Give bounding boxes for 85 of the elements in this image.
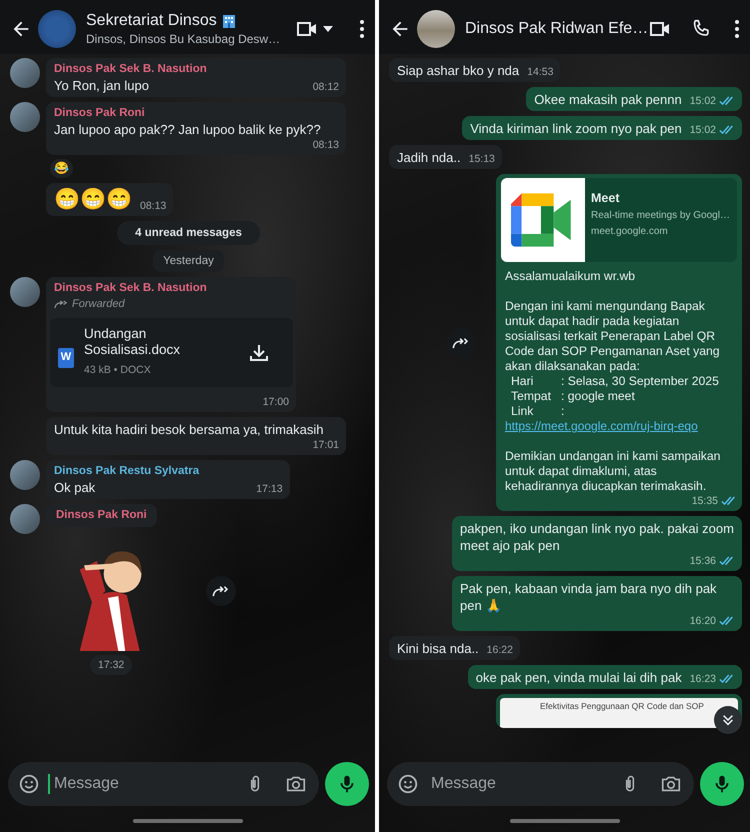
menu-icon[interactable] xyxy=(359,19,365,39)
message-time: 08:12 xyxy=(312,80,339,94)
file-name: Undangan Sosialisasi.docx xyxy=(84,326,182,358)
sender-name: Dinsos Pak Sek B. Nasution xyxy=(54,62,208,77)
message-time: 14:53 xyxy=(527,65,554,79)
message-time: 17:00 xyxy=(262,395,289,409)
message-text: oke pak pen, vinda mulai lai dih pak xyxy=(476,669,682,686)
document-preview[interactable]: Efektivitas Penggunaan QR Code dan SOP xyxy=(500,698,738,728)
forwarded-label: Forwarded xyxy=(72,297,125,312)
detail-label: Hari xyxy=(511,374,534,389)
meeting-link[interactable]: https://meet.google.com/ruj-birq-eqo xyxy=(505,419,733,434)
message-text: Jadih nda.. xyxy=(397,149,461,166)
menu-icon[interactable] xyxy=(734,19,740,39)
message-text: Yo Ron, jan lupo xyxy=(54,77,149,94)
message-time: 17:01 xyxy=(312,438,339,452)
link-preview-card[interactable]: Meet Real-time meetings by Googl… meet.google.com xyxy=(501,178,737,262)
sender-avatar[interactable] xyxy=(10,102,40,132)
date-label: Yesterday xyxy=(153,250,224,272)
word-document-icon: W xyxy=(58,348,74,368)
message-time: 16:23 xyxy=(690,672,716,686)
file-meta: 43 kB • DOCX xyxy=(84,363,152,378)
message-time: 15:02 xyxy=(690,123,716,137)
message-text: Ok pak xyxy=(54,479,96,496)
sender-avatar[interactable] xyxy=(10,460,40,490)
chat-title[interactable]: Sekretariat Dinsos xyxy=(86,12,217,30)
detail-value: : google meet xyxy=(561,389,636,404)
reaction-emoji[interactable]: 😂 xyxy=(50,159,73,178)
message-time: 15:13 xyxy=(468,152,495,166)
message-time: 15:36 xyxy=(690,554,716,568)
preview-domain: meet.google.com xyxy=(591,225,669,239)
forward-icon xyxy=(212,585,230,597)
message-time: 17:32 xyxy=(90,655,132,675)
forward-icon xyxy=(452,336,470,348)
detail-label: Link xyxy=(511,404,534,419)
microphone-button[interactable] xyxy=(700,762,744,806)
preview-description: Real-time meetings by Googl… xyxy=(591,209,730,223)
caret-icon[interactable] xyxy=(323,26,333,32)
forward-button[interactable] xyxy=(446,328,476,358)
message-text: Demikian undangan ini kami sampaikan untuk dapat dimaklumi, atas kehadirannya diucapkan terimakasih. xyxy=(505,449,722,494)
message-time: 15:35 xyxy=(692,494,718,508)
message-time: 08:13 xyxy=(312,138,339,152)
download-icon[interactable] xyxy=(249,342,269,362)
sender-avatar[interactable] xyxy=(10,504,40,534)
message-text: Untuk kita hadiri besok bersama ya, trimakasih xyxy=(54,421,324,438)
detail-value: : Selasa, 30 September 2025 xyxy=(561,374,720,389)
message-field[interactable]: Message xyxy=(8,762,319,806)
sender-name: Dinsos Pak Roni xyxy=(46,504,157,527)
sender-name: Dinsos Pak Sek B. Nasution xyxy=(54,281,208,296)
preview-title: Meet xyxy=(591,190,620,207)
message-text: Kini bisa nda.. xyxy=(397,640,479,657)
message-text: Vinda kiriman link zoom nyo pak pen xyxy=(470,120,682,137)
unread-messages-label: 4 unread messages xyxy=(117,221,260,245)
detail-value: : xyxy=(561,404,566,419)
message-time: 16:22 xyxy=(486,643,513,657)
forwarded-icon xyxy=(54,300,68,309)
message-text: pakpen, iko undangan link nyo pak. pakai zoom meet ajo pak pen xyxy=(460,520,735,554)
message-field[interactable]: Message xyxy=(387,762,694,806)
double-chevron-down-icon xyxy=(721,713,735,727)
message-text: Siap ashar bko y nda xyxy=(397,62,520,79)
chat-members: Dinsos, Dinsos Bu Kasubag Desw… xyxy=(86,32,282,46)
message-input[interactable]: Message xyxy=(427,774,612,794)
sender-name: Dinsos Pak Restu Sylvatra xyxy=(54,464,200,479)
message-time: 16:20 xyxy=(690,614,716,628)
chat-title[interactable]: Dinsos Pak Ridwan Efe… xyxy=(465,20,648,38)
sender-avatar[interactable] xyxy=(10,277,40,307)
message-time: 17:13 xyxy=(256,482,283,496)
message-text: 😁😁😁 xyxy=(54,187,132,213)
forward-button[interactable] xyxy=(206,576,236,606)
sender-avatar[interactable] xyxy=(10,58,40,88)
message-text: Pak pen, kabaan vinda jam bara nyo dih pak pen 🙏 xyxy=(460,580,718,614)
message-time: 15:02 xyxy=(690,94,716,108)
detail-label: Tempat xyxy=(511,389,552,404)
document-attachment[interactable]: W Undangan Sosialisasi.docx 43 kB • DOCX xyxy=(50,318,293,387)
chat-avatar[interactable] xyxy=(417,10,455,48)
document-title: Efektivitas Penggunaan QR Code dan SOP xyxy=(540,701,705,712)
sender-name: Dinsos Pak Roni xyxy=(54,106,146,121)
message-text: Dengan ini kami mengundang Bapak untuk dapat hadir pada kegiatan sosialisasi terkait Penerapan Label QR Code dan SOP Pengamanan Aset yang akan dilaksanakan pada: xyxy=(505,299,721,374)
message-time: 08:13 xyxy=(140,199,166,213)
sticker-icon[interactable] xyxy=(397,773,419,795)
sticker-icon[interactable] xyxy=(18,773,40,795)
message-text: Jan lupoo apo pak?? Jan lupoo balik ke pyk?? xyxy=(54,121,321,138)
message-text: Okee makasih pak pennn xyxy=(534,91,682,108)
message-text: Assalamualaikum wr.wb xyxy=(505,269,636,284)
message-input[interactable]: Message xyxy=(48,774,237,794)
microphone-button[interactable] xyxy=(325,762,369,806)
